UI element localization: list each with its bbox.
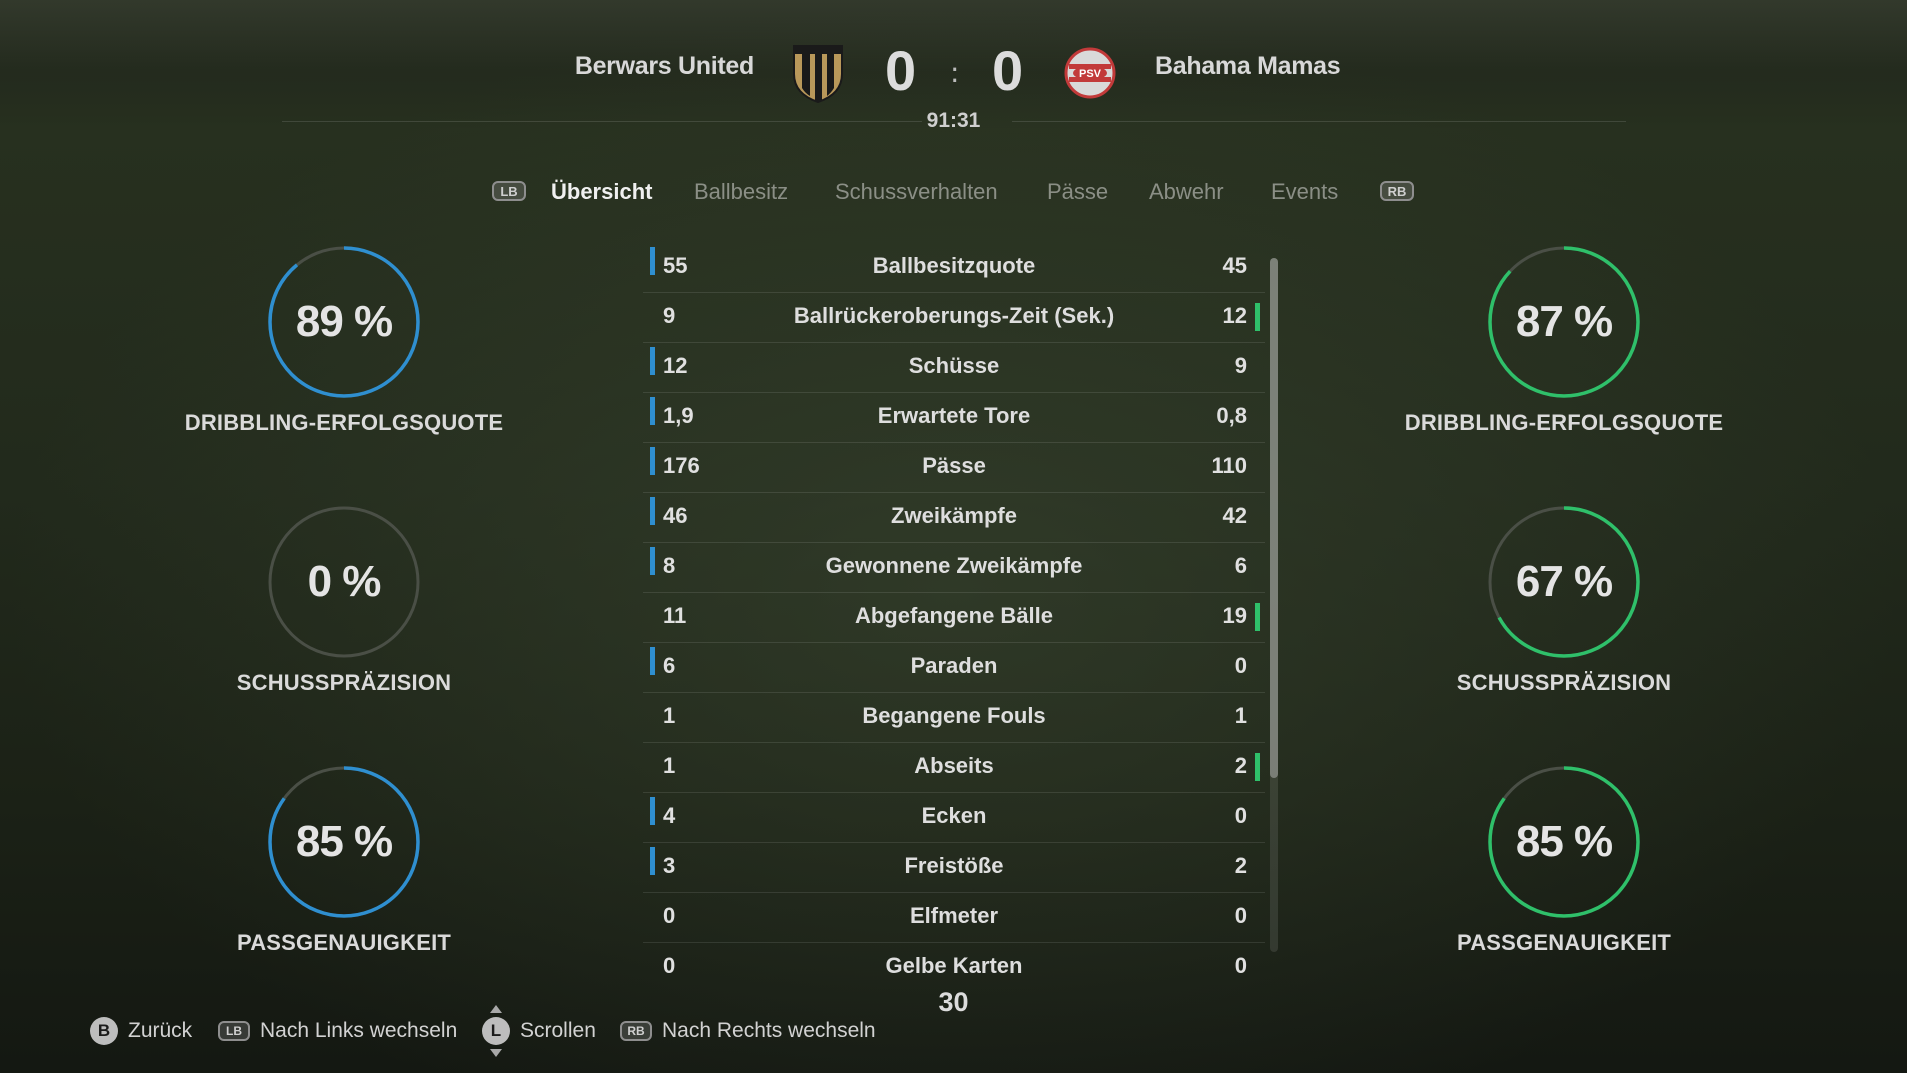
tab-paesse[interactable]: Pässe [1047,179,1108,205]
stat-row: 6 Paraden 0 [643,643,1265,693]
stat-label: Ecken [921,803,987,828]
stat-away-value: 6 [1234,553,1247,578]
home-gauge-label: DRIBBLING-ERFOLGSQUOTE [184,410,504,435]
stat-row: 1 Begangene Fouls 1 [643,693,1265,743]
home-gauge: 0 % SCHUSSPRÄZISION [180,504,490,744]
away-gauge: 67 % SCHUSSPRÄZISION [1400,504,1710,744]
stat-row: 9 Ballrückeroberungs-Zeit (Sek.) 12 [643,293,1265,343]
left-stick-icon: L [482,1005,510,1057]
back-label: Zurück [128,1019,193,1042]
rb-bumper-icon[interactable]: RB [1380,181,1414,201]
away-gauge-value: 85 % [1515,817,1613,866]
stat-away-value: 45 [1222,253,1247,278]
away-score: 0 [992,39,1024,102]
home-gauge-value: 0 % [307,557,382,606]
stats-tabs: LB Übersicht Ballbesitz Schussverhalten … [0,176,1907,216]
rb-button-icon: RB [620,1021,652,1041]
stat-row: 12 Schüsse 9 [643,343,1265,393]
stat-away-value: 12 [1222,303,1247,328]
lb-bumper-icon[interactable]: LB [492,181,526,201]
away-gauge-label: PASSGENAUIGKEIT [1456,930,1672,955]
lb-button-icon: LB [218,1021,250,1041]
away-gauge-value: 87 % [1515,297,1613,346]
stat-label: Pässe [922,453,986,478]
stat-row: 0 Elfmeter 0 [643,893,1265,943]
stats-scrollbar-thumb[interactable] [1270,258,1278,778]
stat-label: Gewonnene Zweikämpfe [825,553,1083,578]
stat-row: 3 Freistöße 2 [643,843,1265,893]
back-hint[interactable]: B Zurück [90,1016,192,1046]
stat-away-value: 110 [1211,453,1248,478]
match-clock: 91:31 [926,109,981,132]
stat-away-value: 0 [1234,653,1247,678]
tab-events[interactable]: Events [1271,179,1338,205]
away-gauge-value: 67 % [1515,557,1613,606]
away-gauge-label: SCHUSSPRÄZISION [1456,670,1672,695]
away-gauge: 87 % DRIBBLING-ERFOLGSQUOTE [1400,244,1723,484]
stick-down-arrow-icon [490,1049,502,1057]
stick-up-arrow-icon [490,1005,502,1013]
stat-row: 11 Abgefangene Bälle 19 [643,593,1265,643]
stat-row: 0 Gelbe Karten 0 [643,943,1265,992]
stat-away-value: 2 [1234,753,1247,778]
stat-away-value: 2 [1234,853,1247,878]
tab-abwehr[interactable]: Abwehr [1149,179,1224,205]
scroll-label: Scrollen [520,1019,596,1042]
home-team-name: Berwars United [574,52,754,80]
scoreboard: Berwars United 0 : 0 PSV Bahama Mamas 91… [0,0,1907,140]
home-gauge: 85 % PASSGENAUIGKEIT [180,764,490,1004]
tab-schussverhalten[interactable]: Schussverhalten [835,179,998,205]
stat-away-value: 0,8 [1216,403,1247,428]
stat-label: Gelbe Karten [885,953,1023,978]
home-score: 0 [885,39,917,102]
home-crest-icon [793,45,843,104]
svg-text:PSV: PSV [1079,68,1102,80]
home-gauge: 89 % DRIBBLING-ERFOLGSQUOTE [180,244,503,484]
switch-right-label: Nach Rechts wechseln [662,1019,876,1042]
stat-away-value: 0 [1234,803,1247,828]
stat-label: Abgefangene Bälle [854,603,1054,628]
stat-label: Ballrückeroberungs-Zeit (Sek.) [793,303,1115,328]
stats-table: 55 Ballbesitzquote 45 9 Ballrückeroberungs-Z… [643,243,1265,992]
home-gauge-value: 89 % [295,297,393,346]
score-separator: : [950,56,960,89]
stat-label: Freistöße [904,853,1004,878]
b-button-icon: B [90,1017,118,1045]
stat-label: Zweikämpfe [891,503,1017,528]
stat-row: 8 Gewonnene Zweikämpfe 6 [643,543,1265,593]
home-gauge-value: 85 % [295,817,393,866]
stat-row: 46 Zweikämpfe 42 [643,493,1265,543]
stat-row: 1,9 Erwartete Tore 0,8 [643,393,1265,443]
away-gauge: 85 % PASSGENAUIGKEIT [1400,764,1710,1004]
scroll-hint[interactable]: L Scrollen [482,1005,596,1057]
stat-label: Elfmeter [909,903,999,928]
stat-label: Ballbesitzquote [872,253,1036,278]
stat-away-value: 9 [1234,353,1247,378]
stat-label: Erwartete Tore [877,403,1031,428]
stat-row: 4 Ecken 0 [643,793,1265,843]
stat-away-value: 0 [1234,903,1247,928]
stat-label: Begangene Fouls [862,703,1046,728]
page-count: 30 [938,987,969,1017]
stat-label: Abseits [914,753,994,778]
switch-right-hint[interactable]: RB Nach Rechts wechseln [620,1016,876,1046]
away-team-name: Bahama Mamas [1155,52,1341,80]
tab-ballbesitz[interactable]: Ballbesitz [694,179,788,205]
switch-left-hint[interactable]: LB Nach Links wechseln [218,1016,457,1046]
stat-away-value: 1 [1234,703,1247,728]
home-gauge-label: PASSGENAUIGKEIT [236,930,452,955]
stat-label: Schüsse [908,353,1000,378]
stat-row: 1 Abseits 2 [643,743,1265,793]
home-gauge-label: SCHUSSPRÄZISION [236,670,452,695]
stat-row: 55 Ballbesitzquote 45 [643,243,1265,293]
stat-away-value: 0 [1234,953,1247,978]
away-crest-icon: PSV [1064,47,1116,99]
stat-row: 176 Pässe 110 [643,443,1265,493]
stat-label: Paraden [910,653,998,678]
away-gauge-label: DRIBBLING-ERFOLGSQUOTE [1404,410,1724,435]
switch-left-label: Nach Links wechseln [260,1019,458,1042]
stat-away-value: 19 [1222,603,1247,628]
stat-away-value: 42 [1222,503,1247,528]
tab-uebersicht[interactable]: Übersicht [551,179,652,205]
